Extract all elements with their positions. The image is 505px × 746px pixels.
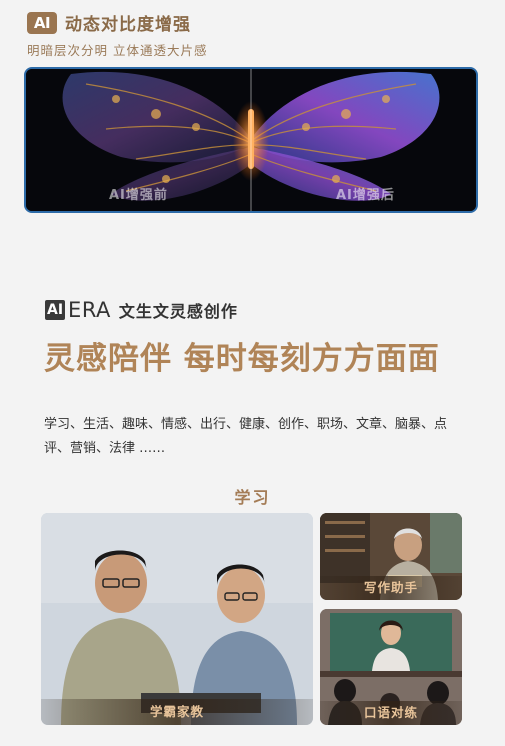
era-header: AI ERA 文生文灵感创作 [45,298,238,322]
headline: 灵感陪伴 每时每刻方方面面 [44,341,440,377]
writing-caption: 写作助手 [320,576,462,600]
butterfly-illustration [26,69,476,211]
era-word: ERA [68,298,111,322]
tutor-caption: 学霸家教 [41,699,313,725]
contrast-header: AI 动态对比度增强 [27,10,191,35]
writing-assistant-card[interactable]: 写作助手 [320,513,462,600]
topic-list: 学习、生活、趣味、情感、出行、健康、创作、职场、文章、脑暴、点评、营销、法律 …… [44,417,448,456]
contrast-section: AI 动态对比度增强 明暗层次分明 立体通透大片感 AI增强前 AI增强后 [0,0,505,250]
after-label: AI增强后 [336,188,395,203]
speaking-caption: 口语对练 [320,701,462,725]
contrast-title: 动态对比度增强 [65,15,191,35]
tutor-photo [41,513,313,725]
category-label: 学习 [234,488,271,507]
era-ai-badge: AI [45,300,66,320]
era-title: 文生文灵感创作 [118,302,238,321]
contrast-subtitle: 明暗层次分明 立体通透大片感 [27,43,208,58]
ai-badge: AI [27,11,57,34]
butterfly-comparison-image: AI增强前 AI增强后 [24,67,478,213]
before-label: AI增强前 [109,188,168,203]
speaking-practice-card[interactable]: 口语对练 [320,609,462,725]
tutor-card[interactable]: 学霸家教 [41,513,313,725]
